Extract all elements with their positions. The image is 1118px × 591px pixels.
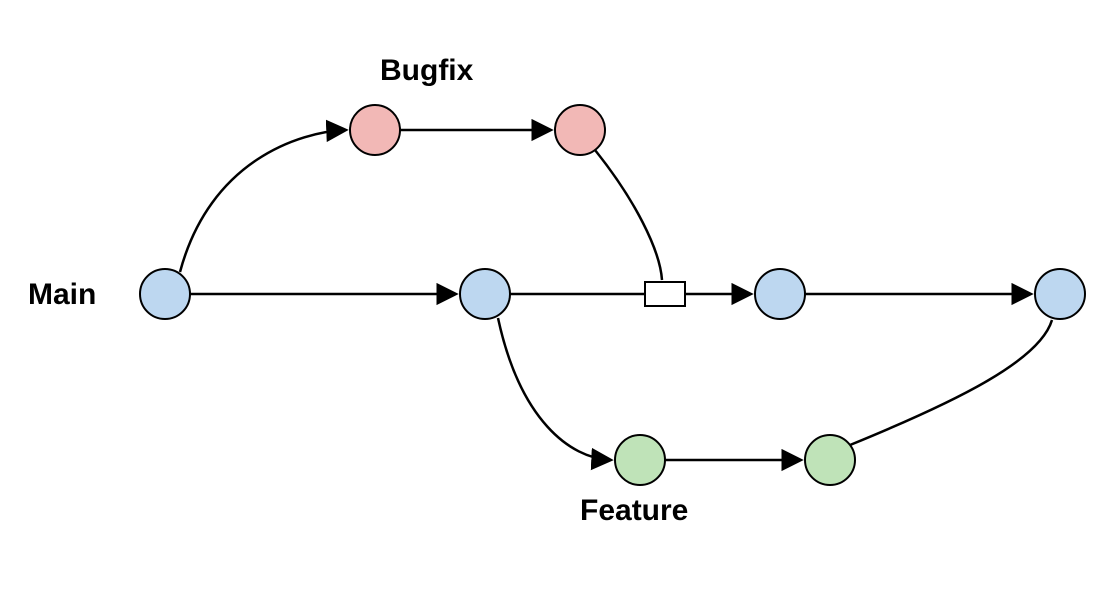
label-feature: Feature xyxy=(580,494,688,527)
merge-marker xyxy=(645,282,685,306)
commit-feature-2 xyxy=(805,435,855,485)
edge-merge-feature xyxy=(850,320,1052,445)
label-main: Main xyxy=(28,278,96,311)
edge-branch-feature xyxy=(498,318,610,460)
commit-main-1 xyxy=(140,269,190,319)
commit-bugfix-2 xyxy=(555,105,605,155)
label-bugfix: Bugfix xyxy=(380,54,474,87)
edge-merge-bugfix xyxy=(595,150,662,280)
git-branch-diagram: Main Bugfix Feature xyxy=(0,0,1118,591)
commit-main-3 xyxy=(755,269,805,319)
commit-feature-1 xyxy=(615,435,665,485)
commit-bugfix-1 xyxy=(350,105,400,155)
commit-main-2 xyxy=(460,269,510,319)
commit-main-4 xyxy=(1035,269,1085,319)
edge-branch-bugfix xyxy=(180,130,345,272)
